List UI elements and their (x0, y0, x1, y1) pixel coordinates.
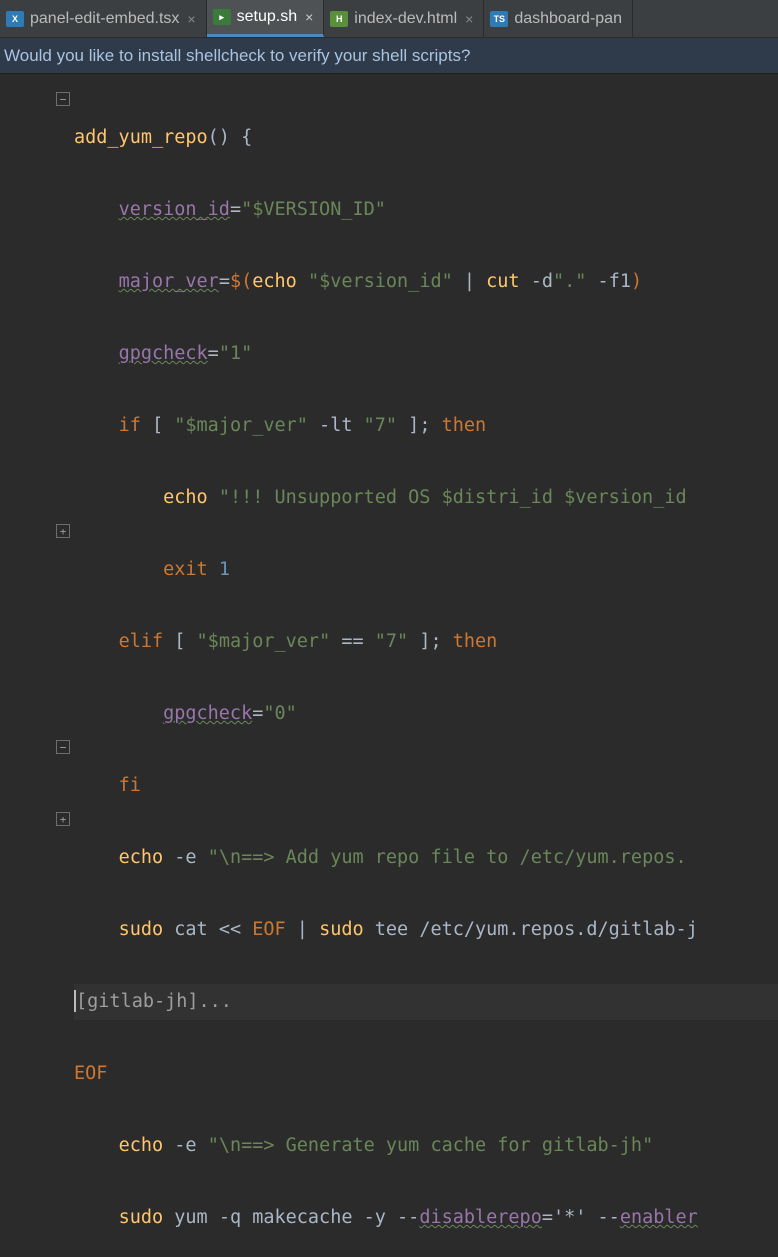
tab-label: panel-edit-embed.tsx (30, 10, 179, 28)
gutter: − + − + (0, 74, 74, 1257)
tab-label: dashboard-pan (514, 10, 622, 28)
ts-file-icon: TS (490, 11, 508, 27)
code-editor[interactable]: − + − + add_yum_repo() { version_id="$VE… (0, 74, 778, 1257)
fold-toggle[interactable]: + (56, 524, 70, 538)
shellcheck-notice[interactable]: Would you like to install shellcheck to … (0, 38, 778, 74)
tsx-file-icon: X (6, 11, 24, 27)
fold-toggle[interactable]: − (56, 740, 70, 754)
tab-panel-edit-embed[interactable]: X panel-edit-embed.tsx × (0, 0, 207, 37)
tab-label: setup.sh (237, 8, 297, 26)
tab-bar: X panel-edit-embed.tsx × ▸ setup.sh × H … (0, 0, 778, 38)
fold-toggle[interactable]: + (56, 812, 70, 826)
tab-dashboard-panel[interactable]: TS dashboard-pan (484, 0, 633, 37)
close-icon[interactable]: × (185, 11, 195, 27)
code-area[interactable]: add_yum_repo() { version_id="$VERSION_ID… (74, 74, 778, 1257)
close-icon[interactable]: × (303, 9, 313, 25)
tab-index-dev-html[interactable]: H index-dev.html × (324, 0, 484, 37)
notice-text: Would you like to install shellcheck to … (4, 46, 470, 66)
sh-file-icon: ▸ (213, 9, 231, 25)
close-icon[interactable]: × (463, 11, 473, 27)
fold-toggle[interactable]: − (56, 92, 70, 106)
tab-label: index-dev.html (354, 10, 457, 28)
tab-setup-sh[interactable]: ▸ setup.sh × (207, 0, 325, 37)
html-file-icon: H (330, 11, 348, 27)
